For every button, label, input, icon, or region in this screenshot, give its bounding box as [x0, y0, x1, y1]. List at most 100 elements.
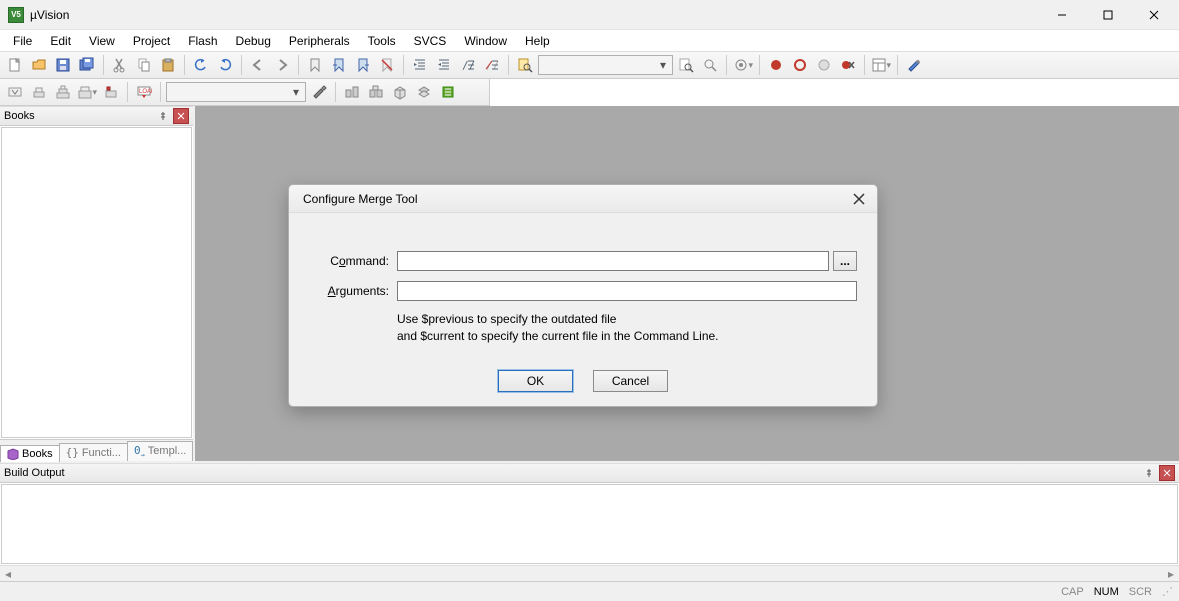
bookmark-clear-button[interactable] [376, 54, 398, 76]
build-output-panel: Build Output ◂ ▸ [0, 461, 1179, 581]
books-tree[interactable] [1, 127, 192, 438]
menubar: File Edit View Project Flash Debug Perip… [0, 30, 1179, 52]
tab-functions[interactable]: {} Functi... [59, 443, 128, 461]
tab-label: Functi... [82, 447, 121, 459]
window-layout-button[interactable]: ▾ [870, 54, 892, 76]
braces-icon: {} [66, 446, 79, 459]
app-icon: V5 [8, 7, 24, 23]
command-label: Command: [309, 254, 389, 268]
debug-button[interactable]: ▾ [732, 54, 754, 76]
open-file-button[interactable] [28, 54, 50, 76]
comment-button[interactable]: // [457, 54, 479, 76]
command-input[interactable] [397, 251, 829, 271]
resize-grip-icon[interactable]: ⋰ [1162, 585, 1173, 598]
menu-debug[interactable]: Debug [227, 32, 280, 50]
unindent-button[interactable] [433, 54, 455, 76]
redo-button[interactable] [214, 54, 236, 76]
tab-books[interactable]: Books [0, 445, 60, 462]
batch-build-button[interactable]: ▾ [76, 81, 98, 103]
cancel-button[interactable]: Cancel [593, 370, 668, 392]
books-icon [7, 448, 19, 460]
browse-button[interactable]: ... [833, 251, 857, 271]
manage-layers-button[interactable] [413, 81, 435, 103]
tab-label: Books [22, 448, 53, 460]
target-combo[interactable]: ▾ [166, 82, 306, 102]
find-in-files-button[interactable] [514, 54, 536, 76]
cut-button[interactable] [109, 54, 131, 76]
breakpoint-enable-button[interactable] [789, 54, 811, 76]
pin-icon[interactable] [155, 108, 171, 124]
menu-view[interactable]: View [80, 32, 124, 50]
ok-button[interactable]: OK [498, 370, 573, 392]
menu-edit[interactable]: Edit [41, 32, 80, 50]
toolbar-main: // // ▾ ▾ ▾ [0, 52, 1179, 79]
menu-file[interactable]: File [4, 32, 41, 50]
configure-merge-tool-dialog: Configure Merge Tool Command: ... Argume… [288, 184, 878, 407]
translate-button[interactable] [4, 81, 26, 103]
books-panel-title: Books [4, 110, 155, 122]
undo-button[interactable] [190, 54, 212, 76]
pack-installer-button[interactable] [389, 81, 411, 103]
find-combo[interactable]: ▾ [538, 55, 673, 75]
manage-rtenv-button[interactable] [341, 81, 363, 103]
stop-build-button[interactable] [100, 81, 122, 103]
toolbar-build: ▾ LOAD ▾ [0, 79, 490, 106]
paste-button[interactable] [157, 54, 179, 76]
maximize-button[interactable] [1085, 0, 1131, 30]
bookmark-prev-button[interactable] [328, 54, 350, 76]
dialog-hint: Use $previous to specify the outdated fi… [397, 311, 857, 345]
books-panel-header: Books [0, 106, 193, 126]
close-button[interactable] [1131, 0, 1177, 30]
incremental-find-button[interactable] [699, 54, 721, 76]
bookmark-next-button[interactable] [352, 54, 374, 76]
dialog-close-button[interactable] [849, 189, 869, 209]
panel-close-button[interactable] [173, 108, 189, 124]
breakpoint-disable-all-button[interactable] [813, 54, 835, 76]
rebuild-button[interactable] [52, 81, 74, 103]
scroll-left-icon[interactable]: ◂ [0, 566, 16, 582]
status-cap: CAP [1061, 586, 1084, 598]
status-num: NUM [1094, 586, 1119, 598]
save-all-button[interactable] [76, 54, 98, 76]
build-output-title: Build Output [4, 467, 1141, 479]
tab-templates[interactable]: 0→ Templ... [127, 441, 193, 461]
mdi-area: Configure Merge Tool Command: ... Argume… [195, 106, 1179, 461]
bookmark-toggle-button[interactable] [304, 54, 326, 76]
tab-label: Templ... [148, 445, 187, 457]
panel-close-button[interactable] [1159, 465, 1175, 481]
build-button[interactable] [28, 81, 50, 103]
nav-forward-button[interactable] [271, 54, 293, 76]
configure-button[interactable] [903, 54, 925, 76]
uncomment-button[interactable]: // [481, 54, 503, 76]
horizontal-scrollbar[interactable]: ◂ ▸ [0, 565, 1179, 581]
scroll-right-icon[interactable]: ▸ [1163, 566, 1179, 582]
side-panel-tabs: Books {} Functi... 0→ Templ... [0, 439, 193, 461]
target-options-button[interactable] [308, 81, 330, 103]
statusbar: CAP NUM SCR ⋰ [0, 581, 1179, 601]
template-icon: 0→ [134, 444, 145, 459]
menu-project[interactable]: Project [124, 32, 179, 50]
find-button[interactable] [675, 54, 697, 76]
nav-back-button[interactable] [247, 54, 269, 76]
dialog-titlebar[interactable]: Configure Merge Tool [289, 185, 877, 213]
menu-window[interactable]: Window [455, 32, 516, 50]
menu-flash[interactable]: Flash [179, 32, 226, 50]
breakpoint-kill-all-button[interactable] [837, 54, 859, 76]
menu-peripherals[interactable]: Peripherals [280, 32, 359, 50]
indent-button[interactable] [409, 54, 431, 76]
new-file-button[interactable] [4, 54, 26, 76]
copy-button[interactable] [133, 54, 155, 76]
arguments-input[interactable] [397, 281, 857, 301]
minimize-button[interactable] [1039, 0, 1085, 30]
dialog-title: Configure Merge Tool [303, 192, 849, 206]
breakpoint-insert-button[interactable] [765, 54, 787, 76]
save-button[interactable] [52, 54, 74, 76]
pin-icon[interactable] [1141, 465, 1157, 481]
download-button[interactable]: LOAD [133, 81, 155, 103]
menu-tools[interactable]: Tools [359, 32, 405, 50]
select-packs-button[interactable] [365, 81, 387, 103]
menu-svcs[interactable]: SVCS [405, 32, 456, 50]
build-output-text[interactable] [1, 484, 1178, 564]
menu-help[interactable]: Help [516, 32, 559, 50]
books-button[interactable] [437, 81, 459, 103]
